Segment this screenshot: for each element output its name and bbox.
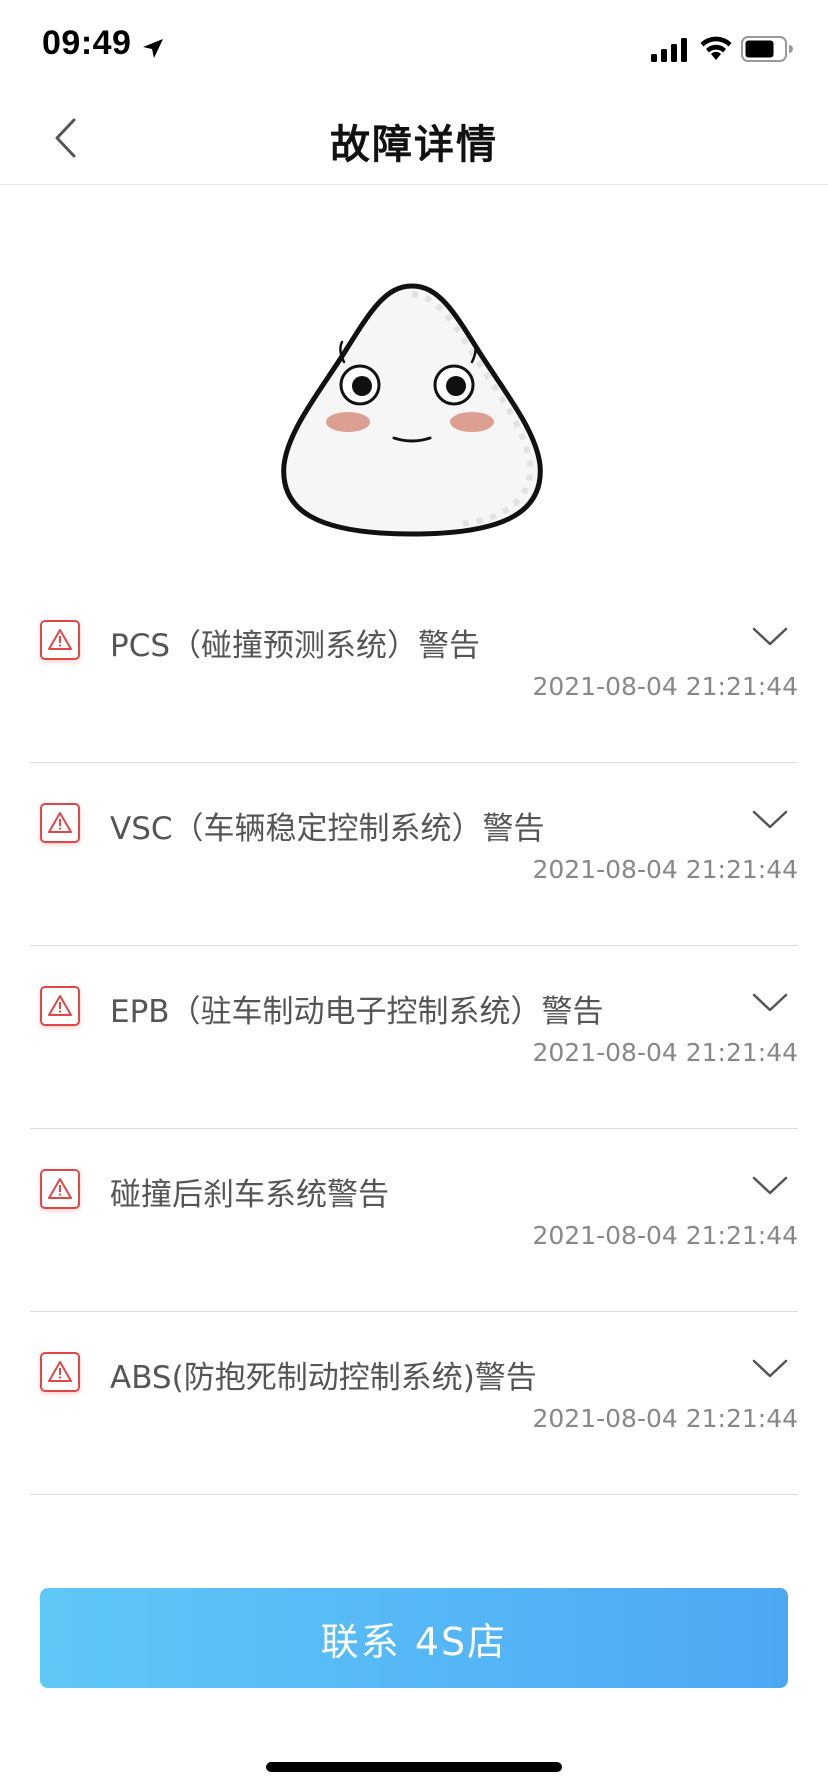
page-title: 故障详情 — [330, 122, 498, 168]
chevron-down-icon[interactable] — [752, 992, 788, 1014]
warning-icon — [40, 1169, 80, 1209]
fault-item[interactable]: ABS(防抱死制动控制系统)警告 2021-08-04 21:21:44 — [30, 1312, 798, 1495]
warning-icon — [40, 620, 80, 660]
status-time: 09:49 — [42, 24, 132, 62]
nav-bar: 故障详情 — [0, 92, 828, 185]
status-bar: 09:49 — [0, 0, 828, 92]
fault-title: EPB（驻车制动电子控制系统）警告 — [110, 994, 604, 1030]
fault-item[interactable]: PCS（碰撞预测系统）警告 2021-08-04 21:21:44 — [30, 580, 798, 763]
fault-item[interactable]: VSC（车辆稳定控制系统）警告 2021-08-04 21:21:44 — [30, 763, 798, 946]
chevron-down-icon[interactable] — [752, 809, 788, 831]
warning-icon — [40, 1352, 80, 1392]
chevron-down-icon[interactable] — [752, 1358, 788, 1380]
fault-timestamp: 2021-08-04 21:21:44 — [532, 1038, 798, 1067]
fault-title: VSC（车辆稳定控制系统）警告 — [110, 811, 545, 847]
wifi-icon — [700, 36, 732, 60]
fault-timestamp: 2021-08-04 21:21:44 — [532, 672, 798, 701]
rice-ball-mascot — [281, 283, 543, 537]
contact-4s-store-button[interactable]: 联系 4S店 — [40, 1588, 788, 1688]
fault-timestamp: 2021-08-04 21:21:44 — [532, 1221, 798, 1250]
fault-timestamp: 2021-08-04 21:21:44 — [532, 855, 798, 884]
fault-title: PCS（碰撞预测系统）警告 — [110, 628, 481, 664]
fault-list: PCS（碰撞预测系统）警告 2021-08-04 21:21:44 VSC（车辆… — [30, 580, 798, 1495]
battery-icon — [741, 36, 793, 62]
fault-item[interactable]: 碰撞后刹车系统警告 2021-08-04 21:21:44 — [30, 1129, 798, 1312]
chevron-down-icon[interactable] — [752, 1175, 788, 1197]
fault-title: ABS(防抱死制动控制系统)警告 — [110, 1360, 537, 1396]
warning-icon — [40, 803, 80, 843]
fault-title: 碰撞后刹车系统警告 — [110, 1177, 389, 1213]
fault-timestamp: 2021-08-04 21:21:44 — [532, 1404, 798, 1433]
chevron-down-icon[interactable] — [752, 626, 788, 648]
fault-item[interactable]: EPB（驻车制动电子控制系统）警告 2021-08-04 21:21:44 — [30, 946, 798, 1129]
signal-icon — [651, 38, 687, 62]
home-indicator[interactable] — [266, 1762, 562, 1772]
location-arrow-icon — [143, 39, 163, 58]
warning-icon — [40, 986, 80, 1026]
